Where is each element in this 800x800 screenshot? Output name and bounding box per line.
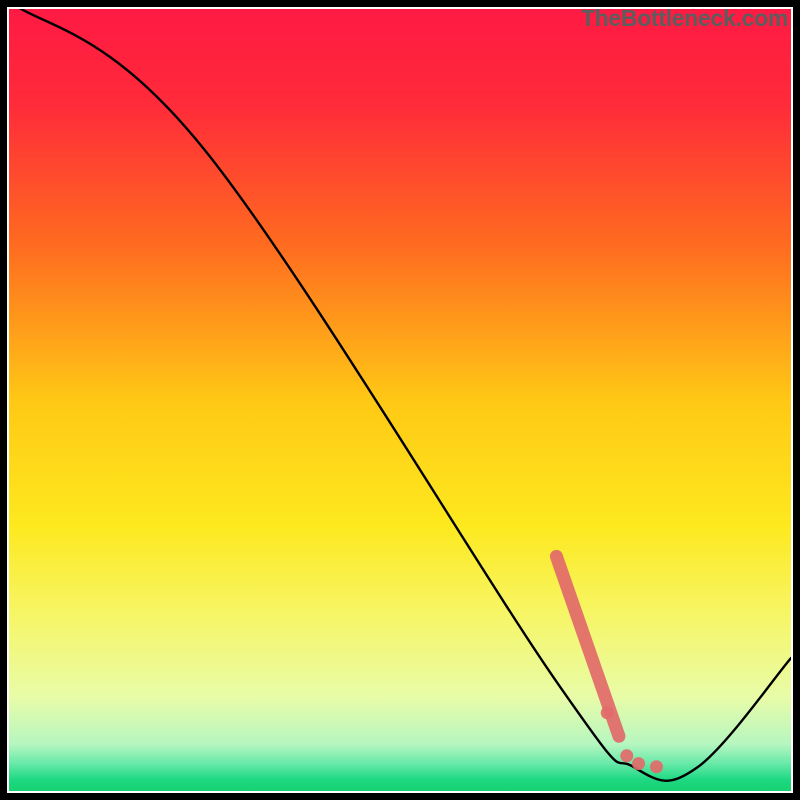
watermark-text: TheBottleneck.com [581,5,788,32]
chart-svg [9,9,791,791]
bottleneck-chart [9,9,791,791]
